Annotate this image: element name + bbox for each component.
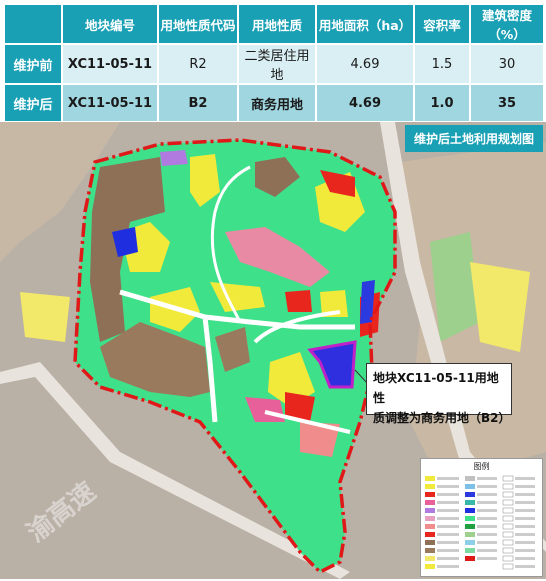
cell-use-code: R2 — [157, 43, 239, 85]
cell-area: 4.69 — [315, 83, 415, 123]
legend-col — [465, 476, 497, 561]
header-land-use: 用地性质 — [237, 3, 317, 45]
callout-line-1: 地块XC11-05-11用地性 — [373, 371, 499, 405]
commercial-land — [285, 290, 312, 312]
cell-land-use: 二类居住用地 — [237, 43, 317, 85]
cell-far: 1.5 — [413, 43, 471, 85]
row-label-before: 维护前 — [3, 43, 63, 85]
table-row-after: 维护后 XC11-05-11 B2 商务用地 4.69 1.0 35 — [3, 83, 545, 123]
cell-land-use: 商务用地 — [237, 83, 317, 123]
cell-density: 35 — [469, 83, 545, 123]
cell-parcel-id: XC11-05-11 — [61, 83, 159, 123]
land-use-table: 地块编号 用地性质代码 用地性质 用地面积（ha） 容积率 建筑密度（%） 维护… — [3, 3, 545, 123]
education-land — [160, 150, 188, 166]
header-parcel-id: 地块编号 — [61, 3, 159, 45]
table-header-row: 地块编号 用地性质代码 用地性质 用地面积（ha） 容积率 建筑密度（%） — [3, 3, 545, 45]
legend-title: 图例 — [473, 462, 490, 471]
cell-area: 4.69 — [315, 43, 415, 85]
legend-col — [425, 476, 459, 569]
map-legend: 图例 — [420, 458, 543, 577]
header-density: 建筑密度（%） — [469, 3, 545, 45]
header-far: 容积率 — [413, 3, 471, 45]
header-area: 用地面积（ha） — [315, 3, 415, 45]
cell-use-code: B2 — [157, 83, 239, 123]
header-corner — [3, 3, 63, 45]
cell-far: 1.0 — [413, 83, 471, 123]
legend-swatches — [425, 475, 535, 570]
table-row-before: 维护前 XC11-05-11 R2 二类居住用地 4.69 1.5 30 — [3, 43, 545, 85]
legend-col — [502, 475, 535, 570]
outer-yellow-patch — [20, 292, 70, 342]
cell-parcel-id: XC11-05-11 — [61, 43, 159, 85]
map-title: 维护后土地利用规划图 — [404, 125, 543, 152]
cell-density: 30 — [469, 43, 545, 85]
row-label-after: 维护后 — [3, 83, 63, 123]
header-use-code: 用地性质代码 — [157, 3, 239, 45]
callout-line-2: 质调整为商务用地（B2） — [373, 411, 511, 425]
parcel-callout: 地块XC11-05-11用地性 质调整为商务用地（B2） — [366, 363, 512, 425]
